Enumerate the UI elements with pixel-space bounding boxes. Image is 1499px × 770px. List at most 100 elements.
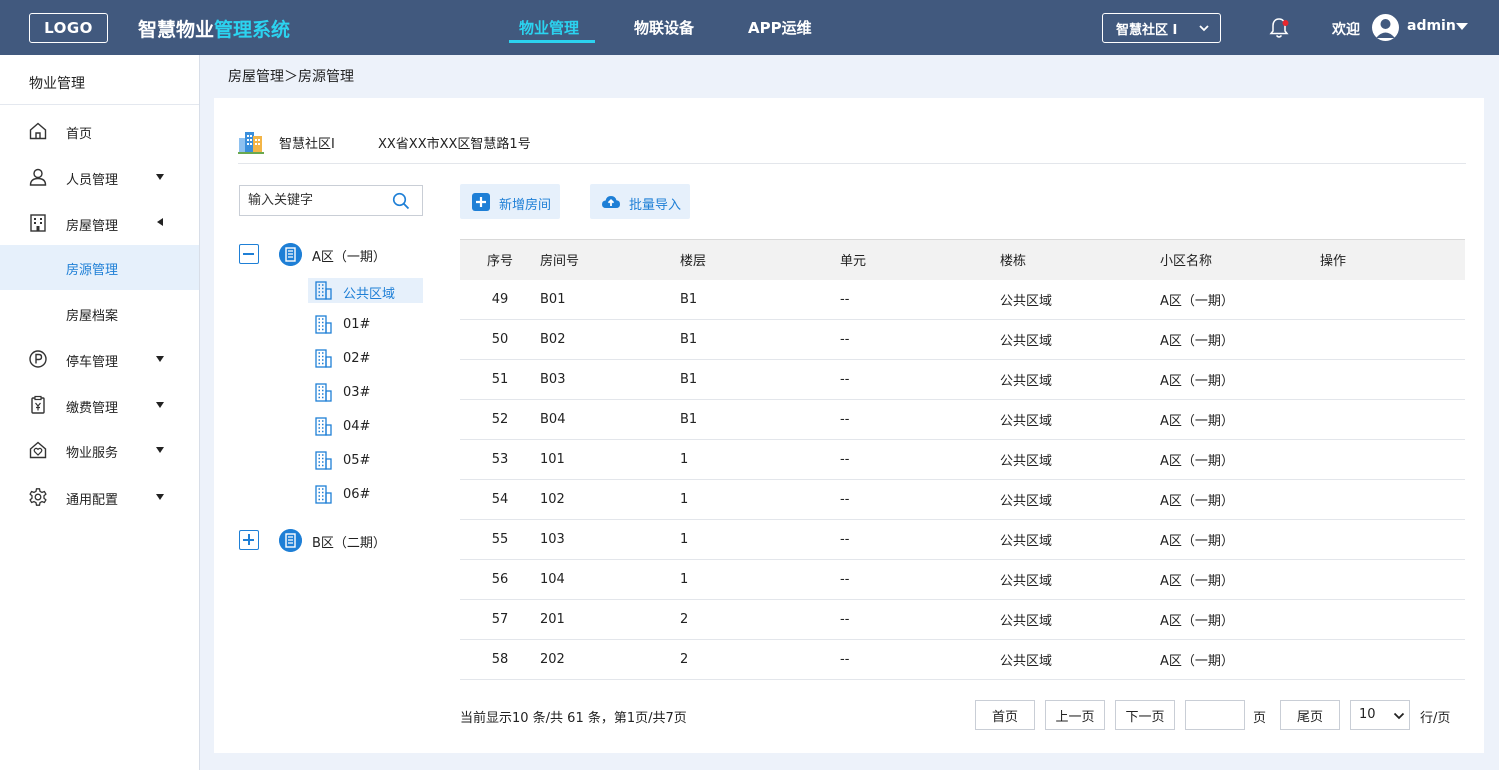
table-cell: 104 — [540, 559, 680, 600]
table-cell: 202 — [540, 639, 680, 680]
tree-node-building[interactable]: 06# — [308, 482, 423, 507]
table-cell: 58 — [460, 639, 540, 680]
tree-node-building[interactable]: 03# — [308, 380, 423, 405]
table-cell: 53 — [460, 439, 540, 480]
table-cell: 公共区域 — [1000, 319, 1160, 360]
table-cell — [1320, 439, 1465, 480]
table-row[interactable]: 50 B02 B1 -- 公共区域 A区（一期） — [460, 319, 1465, 360]
table-cell: 52 — [460, 399, 540, 440]
nav-iot-devices[interactable]: 物联设备 — [634, 17, 694, 38]
user-menu-caret-icon[interactable] — [1456, 23, 1468, 30]
batch-import-button[interactable]: 批量导入 — [590, 184, 690, 219]
nav-app-ops[interactable]: APP运维 — [748, 17, 812, 38]
table-cell — [1320, 559, 1465, 600]
table-cell: -- — [840, 559, 1000, 600]
zone-building-icon — [279, 243, 302, 266]
table-cell: 公共区域 — [1000, 639, 1160, 680]
first-page-button[interactable]: 首页 — [975, 700, 1035, 730]
user-icon — [29, 168, 47, 186]
table-cell: 公共区域 — [1000, 439, 1160, 480]
prev-page-button[interactable]: 上一页 — [1045, 700, 1105, 730]
table-cell: 54 — [460, 479, 540, 520]
table-cell: A区（一期） — [1160, 439, 1320, 480]
table-body: 49 B01 B1 -- 公共区域 A区（一期） 50 B02 B1 -- 公共区域 A区（一期） 51… — [460, 279, 1465, 680]
app-title-part1: 智慧物业 — [138, 19, 215, 41]
table-row[interactable]: 49 B01 B1 -- 公共区域 A区（一期） — [460, 279, 1465, 320]
table-cell: 公共区域 — [1000, 559, 1160, 600]
table-cell: 公共区域 — [1000, 599, 1160, 640]
sidebar-item-personnel[interactable]: 人员管理 — [0, 155, 199, 200]
sidebar-item-label: 物业服务 — [66, 446, 119, 461]
payment-icon — [31, 395, 45, 414]
table-row[interactable]: 51 B03 B1 -- 公共区域 A区（一期） — [460, 359, 1465, 400]
sidebar-item-settings[interactable]: 通用配置 — [0, 475, 199, 520]
sidebar-item-housing-archive[interactable]: 房屋档案 — [0, 291, 199, 336]
zone-building-icon — [279, 529, 302, 552]
sidebar-item-home[interactable]: 首页 — [0, 109, 199, 154]
tree-node-building[interactable]: 04# — [308, 414, 423, 439]
bell-icon[interactable] — [1268, 16, 1290, 40]
table-row[interactable]: 52 B04 B1 -- 公共区域 A区（一期） — [460, 399, 1465, 440]
table-cell: -- — [840, 319, 1000, 360]
sidebar-item-label: 通用配置 — [66, 493, 119, 508]
community-select[interactable]: 智慧社区 I — [1102, 13, 1221, 43]
sidebar-item-housing-source[interactable]: 房源管理 — [0, 245, 199, 290]
page-size-select[interactable]: 10 — [1350, 700, 1410, 730]
tree-node-label: 06# — [343, 487, 371, 502]
tree-zone-a-label[interactable]: A区（一期） — [312, 246, 386, 265]
tree-node-building[interactable]: 01# — [308, 312, 423, 337]
search-input[interactable] — [240, 186, 390, 215]
tree-node-label: 02# — [343, 351, 371, 366]
table-row[interactable]: 54 102 1 -- 公共区域 A区（一期） — [460, 479, 1465, 520]
sidebar-item-payment[interactable]: 缴费管理 — [0, 383, 199, 428]
app-title-part2: 管理系统 — [214, 19, 291, 41]
tree-expand-toggle[interactable] — [239, 530, 259, 550]
next-page-button[interactable]: 下一页 — [1115, 700, 1175, 730]
tree-zone-b-label[interactable]: B区（二期） — [312, 532, 386, 551]
table-cell: 56 — [460, 559, 540, 600]
search-box — [239, 185, 423, 216]
table-cell: -- — [840, 599, 1000, 640]
search-icon[interactable] — [392, 192, 410, 210]
table-cell: 49 — [460, 279, 540, 320]
table-cell: 102 — [540, 479, 680, 520]
breadcrumb: 房屋管理＞房源管理 — [228, 69, 354, 85]
sidebar-item-housing[interactable]: 房屋管理 — [0, 201, 199, 246]
tree-collapse-toggle[interactable] — [239, 244, 259, 264]
table-cell: A区（一期） — [1160, 319, 1320, 360]
building-icon — [315, 417, 332, 436]
table-cell: A区（一期） — [1160, 639, 1320, 680]
table-cell: B02 — [540, 319, 680, 360]
sidebar-divider — [0, 104, 199, 105]
sidebar: 物业管理 首页 人员管理 房屋管理 房源管理 房屋档案 停车管理 缴费管理 物业… — [0, 55, 200, 770]
table-cell: 公共区域 — [1000, 479, 1160, 520]
table-cell: B04 — [540, 399, 680, 440]
table-cell: -- — [840, 359, 1000, 400]
logo[interactable]: LOGO — [29, 13, 108, 43]
avatar[interactable] — [1372, 14, 1399, 41]
sidebar-item-parking[interactable]: 停车管理 — [0, 337, 199, 382]
tree-node-building[interactable]: 05# — [308, 448, 423, 473]
table-row[interactable]: 56 104 1 -- 公共区域 A区（一期） — [460, 559, 1465, 600]
caret-down-icon — [156, 402, 164, 408]
building-icon — [315, 281, 332, 300]
parking-icon — [29, 350, 47, 368]
table-row[interactable]: 57 201 2 -- 公共区域 A区（一期） — [460, 599, 1465, 640]
table-row[interactable]: 55 103 1 -- 公共区域 A区（一期） — [460, 519, 1465, 560]
table-cell: A区（一期） — [1160, 279, 1320, 320]
table-row[interactable]: 58 202 2 -- 公共区域 A区（一期） — [460, 639, 1465, 680]
table-cell: -- — [840, 639, 1000, 680]
add-room-button[interactable]: 新增房间 — [460, 184, 560, 219]
table-cell: -- — [840, 519, 1000, 560]
page-number-input[interactable] — [1185, 700, 1245, 730]
tree-node-building[interactable]: 02# — [308, 346, 423, 371]
username[interactable]: admin — [1407, 18, 1456, 34]
nav-property-management[interactable]: 物业管理 — [519, 17, 579, 38]
building-icon — [315, 315, 332, 334]
tree-node-public-area[interactable]: 公共区域 — [308, 278, 423, 303]
sidebar-item-service[interactable]: 物业服务 — [0, 428, 199, 473]
table-row[interactable]: 53 101 1 -- 公共区域 A区（一期） — [460, 439, 1465, 480]
last-page-button[interactable]: 尾页 — [1280, 700, 1340, 730]
column-header: 序号 — [460, 239, 540, 280]
sidebar-item-label: 缴费管理 — [66, 401, 119, 416]
